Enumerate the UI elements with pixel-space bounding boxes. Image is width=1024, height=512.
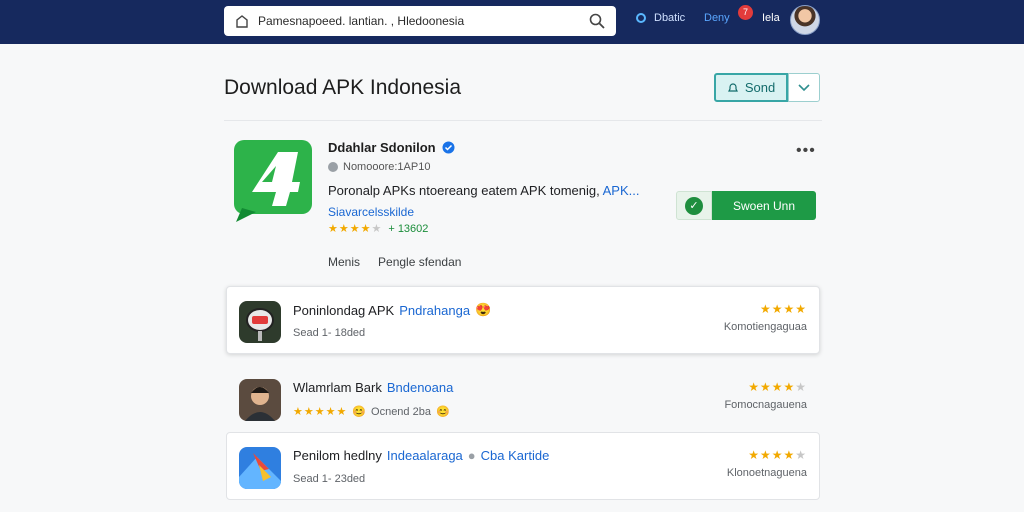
search-input[interactable]: Pamesnapoeed. lantian. , Hledoonesia (258, 14, 588, 28)
list-item-highlight[interactable]: Bndenoana (387, 380, 454, 395)
list-item-meta: Fomocnagauena (724, 399, 807, 411)
list-item-stars: ★★★★★ (748, 448, 807, 462)
emoji-icon: 😊 (435, 406, 450, 418)
verified-toggle[interactable]: ✓ (676, 191, 712, 220)
list-item-title: Penilom hedlny Indeaalaraga ● Cba Kartid… (293, 448, 549, 463)
main-content: Download APK Indonesia Sond Ddahlar Sdon… (224, 44, 822, 512)
app-name: Ddahlar Sdonilon (328, 140, 455, 155)
list-item[interactable]: Poninlondag APK Pndrahanga 😍 Sead 1- 18d… (226, 286, 820, 354)
list-item[interactable]: Penilom hedlny Indeaalaraga ● Cba Kartid… (226, 432, 820, 500)
description-text: Poronalp APKs ntoereang eatem APK tomeni… (328, 183, 603, 198)
list-item-stars: ★★★★★ (748, 380, 807, 394)
list-item-subtitle-text: Ocnend 2ba (371, 405, 431, 418)
app-name-text: Ddahlar Sdonilon (328, 140, 436, 155)
tab-info[interactable]: Pengle sfendan (378, 255, 461, 269)
app-logo-icon (234, 140, 312, 222)
home-icon (236, 15, 248, 28)
see-more-link[interactable]: Siavarcelsskilde (328, 205, 414, 219)
top-navbar: Pamesnapoeed. lantian. , Hledoonesia Dba… (0, 0, 1024, 44)
divider (224, 120, 822, 121)
list-item-subtitle: Sead 1- 18ded (293, 327, 366, 339)
user-name[interactable]: Iela (762, 12, 780, 24)
rating-count-value: 13602 (397, 222, 429, 235)
developer-icon (328, 162, 338, 172)
more-options-icon[interactable]: ••• (796, 142, 816, 160)
router-app-icon (239, 301, 281, 343)
notification-badge: 7 (738, 5, 753, 20)
app-description: Poronalp APKs ntoereang eatem APK tomeni… (328, 183, 639, 198)
developer-name[interactable]: Nomooore:1AP10 (343, 161, 430, 173)
list-item-highlight[interactable]: Indeaalaraga (387, 448, 463, 463)
send-button[interactable]: Sond (714, 73, 788, 102)
person-avatar-icon (239, 379, 281, 421)
description-link[interactable]: APK... (603, 183, 640, 198)
chevron-down-icon (798, 83, 810, 91)
rating-line: ★★★★★ + 13602 (328, 222, 429, 236)
nav-item-dbatic[interactable]: Dbatic (636, 12, 685, 24)
list-item-inline-stars: ★★★★★ (293, 406, 348, 418)
list-item-subtitle: Sead 1- 23ded (293, 473, 366, 485)
list-item[interactable]: Wlamrlam Bark Bndenoana ★★★★★ 😊 Ocnend 2… (226, 364, 820, 432)
list-item-stars: ★★★★ (759, 302, 807, 316)
list-item-extra[interactable]: Cba Kartide (481, 448, 550, 463)
send-label: Sond (744, 80, 776, 95)
list-item-meta: Komotiengaguaa (723, 321, 807, 333)
list-item-title-text: Poninlondag APK (293, 302, 395, 318)
emoji-icon: 😍 (475, 302, 492, 317)
check-icon: ✓ (685, 196, 703, 215)
list-item-title: Poninlondag APK Pndrahanga 😍 (293, 302, 491, 318)
tab-menu[interactable]: Menis (328, 255, 360, 269)
send-dropdown-toggle[interactable] (788, 73, 820, 102)
verified-icon (442, 141, 455, 154)
app-tabs: Menis Pengle sfendan (328, 255, 479, 269)
status-ring-icon (636, 13, 646, 23)
install-button[interactable]: Swoen Unn (712, 191, 816, 220)
list-item-subtitle: ★★★★★ 😊 Ocnend 2ba 😊 (293, 405, 450, 419)
emoji-icon: 😊 (352, 406, 367, 418)
list-item-title: Wlamrlam Bark Bndenoana (293, 380, 453, 395)
avatar[interactable] (790, 5, 820, 35)
rating-stars: ★★★★★ (328, 223, 383, 235)
list-item-meta: Klonoetnaguena (726, 467, 807, 479)
list-item-title-text: Penilom hedlny (293, 448, 382, 463)
developer-line: Nomooore:1AP10 (328, 161, 430, 173)
notifications-link[interactable]: Deny (704, 12, 730, 24)
page-title: Download APK Indonesia (224, 76, 461, 99)
search-bar[interactable]: Pamesnapoeed. lantian. , Hledoonesia (224, 6, 616, 36)
emoji-icon: ● (467, 448, 476, 463)
maps-app-icon (239, 447, 281, 489)
bell-icon (727, 82, 738, 92)
list-item-highlight[interactable]: Pndrahanga (399, 303, 470, 318)
search-icon[interactable] (588, 12, 606, 30)
list-item-title-text: Wlamrlam Bark (293, 380, 382, 395)
nav-item-label: Dbatic (654, 12, 686, 24)
rating-count: + 13602 (388, 222, 429, 235)
